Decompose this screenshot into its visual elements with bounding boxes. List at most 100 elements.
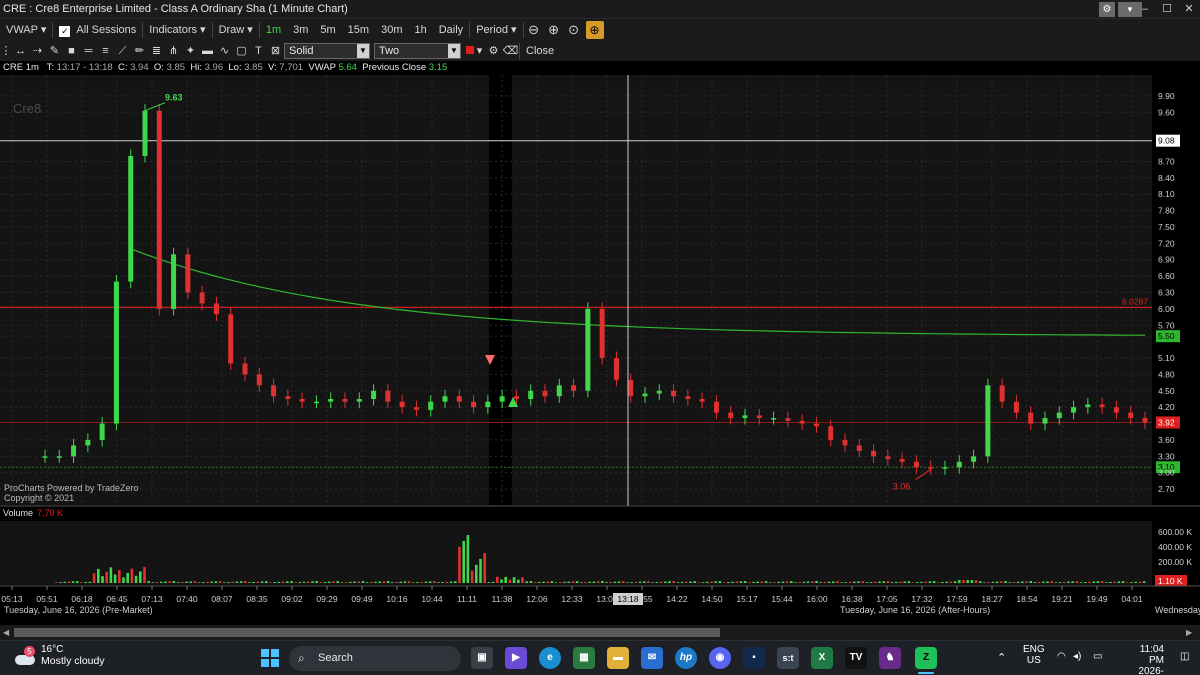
shapes-tool-icon[interactable]: ✦ [182,41,199,61]
mail-icon[interactable]: ✉ [641,647,663,669]
hp-icon[interactable]: hp [675,647,697,669]
volume-bar [752,581,755,583]
timeframe-15m[interactable]: 15m [342,19,375,41]
file-explorer-icon[interactable]: ▬ [607,647,629,669]
wifi-icon[interactable]: ◠ [1057,651,1066,662]
taskbar-search[interactable]: ⌕ Search [289,646,461,671]
volume-bar [1100,581,1104,583]
wave-tool-icon[interactable]: ∿ [216,41,233,61]
pitchfork-tool-icon[interactable]: ⋔ [165,41,182,61]
volume-icon[interactable]: ◂) [1073,651,1081,662]
close-window-button[interactable]: ✕ [1178,0,1200,19]
scrollbar-thumb[interactable] [14,628,720,637]
price-chart[interactable]: Cre8 6.0287 9.63 3.06 9.90 9.60 9.08 8.70 8.4… [0,75,1200,625]
price-tick-label: 3.60 [1158,435,1175,445]
timeframe-1h[interactable]: 1h [408,19,432,41]
draw-menu[interactable]: Draw ▾ [213,19,259,41]
lang-bottom: US [1026,655,1041,666]
eraser-icon[interactable]: ⌫ [502,41,519,61]
brush-tool-icon[interactable]: ✎ [46,41,63,61]
vwap-dropdown[interactable]: VWAP ▾ [0,19,52,41]
price-candle [499,396,505,402]
scroll-left-icon[interactable]: ◀ [3,628,9,637]
time-tick-label: 09:02 [281,594,303,604]
timeframe-daily[interactable]: Daily [433,19,469,41]
flag-tool-icon[interactable]: ▬ [199,41,216,61]
measure-tool-icon[interactable]: ⊠ [267,41,284,61]
maximize-button[interactable]: ☐ [1156,0,1178,19]
close-drawing-button[interactable]: Close [520,40,560,62]
time-tick-label: 05:13 [1,594,23,604]
volume-bar [168,581,171,583]
chart-canvas[interactable]: Cre8 6.0287 9.63 3.06 9.90 9.60 9.08 8.70 8.4… [0,75,1200,625]
price-tick-label: 5.10 [1158,353,1175,363]
text-tool-icon[interactable]: T [250,41,267,61]
tradezero-icon[interactable]: Z [915,647,937,669]
ray-tool-icon[interactable]: ⇢ [29,41,46,61]
horizontal-line-icon[interactable]: ═ [80,41,97,61]
task-view-icon[interactable]: ▣ [471,647,493,669]
edge-icon[interactable]: e [539,647,561,669]
app-window-icon[interactable]: ▪ [743,647,765,669]
trendline-tool-icon[interactable]: ⟋ [114,41,131,61]
drawing-settings-gear-icon[interactable]: ⚙ [485,41,502,61]
volume-bar [160,581,163,583]
settings-gear-icon[interactable]: ⚙ [1099,2,1115,17]
price-candle [1085,404,1091,408]
volume-bar [328,581,331,583]
price-tick-label: 3.00 [1158,468,1175,478]
battery-icon[interactable]: ▭ [1093,651,1102,662]
purple-app-icon[interactable]: ♞ [879,647,901,669]
discord-icon[interactable]: ◉ [709,647,731,669]
language-indicator[interactable]: ENG US [1023,644,1045,666]
rectangle-tool-icon[interactable]: ■ [63,41,80,61]
teams-icon[interactable]: ▶ [505,647,527,669]
timeframe-1m[interactable]: 1m [260,19,287,41]
timeframe-30m[interactable]: 30m [375,19,408,41]
zoom-reset-icon[interactable]: ⊙ [564,19,584,41]
excel-icon[interactable]: X [811,647,833,669]
line-color-picker[interactable]: ▾ [463,41,485,61]
channel-tool-icon[interactable]: ≡ [97,41,114,61]
price-candle [899,459,905,462]
windows-start-icon[interactable] [261,649,279,667]
weather-widget[interactable]: 5 16°C Mostly cloudy [13,644,105,667]
volume-bar [273,582,276,583]
volume-bar [433,581,436,583]
checkbox-icon[interactable]: ✓ [59,26,71,37]
timeframe-5m[interactable]: 5m [314,19,341,41]
store-icon[interactable]: ▦ [573,647,595,669]
notifications-icon[interactable]: ◫ [1180,651,1189,662]
stocktwits-icon[interactable]: s:t [777,647,799,669]
volume-bar [1126,582,1129,583]
square-tool-icon[interactable]: ▢ [233,41,250,61]
timeframe-3m[interactable]: 3m [287,19,314,41]
volume-bar [365,582,369,583]
indicators-menu[interactable]: Indicators ▾ [143,19,211,41]
volume-bar [1029,581,1032,583]
zoom-in-icon[interactable]: ⊕ [544,19,564,41]
scroll-right-icon[interactable]: ▶ [1186,628,1192,637]
minimize-button[interactable]: – [1134,0,1156,19]
chart-scrollbar[interactable]: ◀ ▶ [0,625,1200,640]
volume-bar [890,582,894,583]
tradingview-icon[interactable]: TV [845,647,867,669]
volume-bar [109,567,113,583]
line-tool-icon[interactable]: ↔ [12,41,29,61]
auto-scale-icon[interactable]: ⊕ [585,21,604,39]
volume-bar [848,581,852,583]
volume-bar [916,582,919,583]
fibonacci-tool-icon[interactable]: ≣ [148,41,165,61]
volume-header-bg [0,506,1152,521]
volume-bar [735,581,738,583]
all-sessions-toggle[interactable]: ✓ All Sessions [53,19,142,41]
price-candle [999,385,1005,402]
line-width-select[interactable]: Two ▼ [374,43,461,59]
period-menu[interactable]: Period ▾ [470,19,522,41]
pencil-tool-icon[interactable]: ✏ [131,41,148,61]
chevron-up-icon[interactable]: ⌃ [997,651,1006,664]
clock[interactable]: 11:04 PM 2026-06-16 [1124,644,1164,675]
zoom-out-icon[interactable]: ⊖ [524,19,544,41]
line-style-select[interactable]: Solid ▼ [284,43,370,59]
price-candle [1128,412,1134,419]
